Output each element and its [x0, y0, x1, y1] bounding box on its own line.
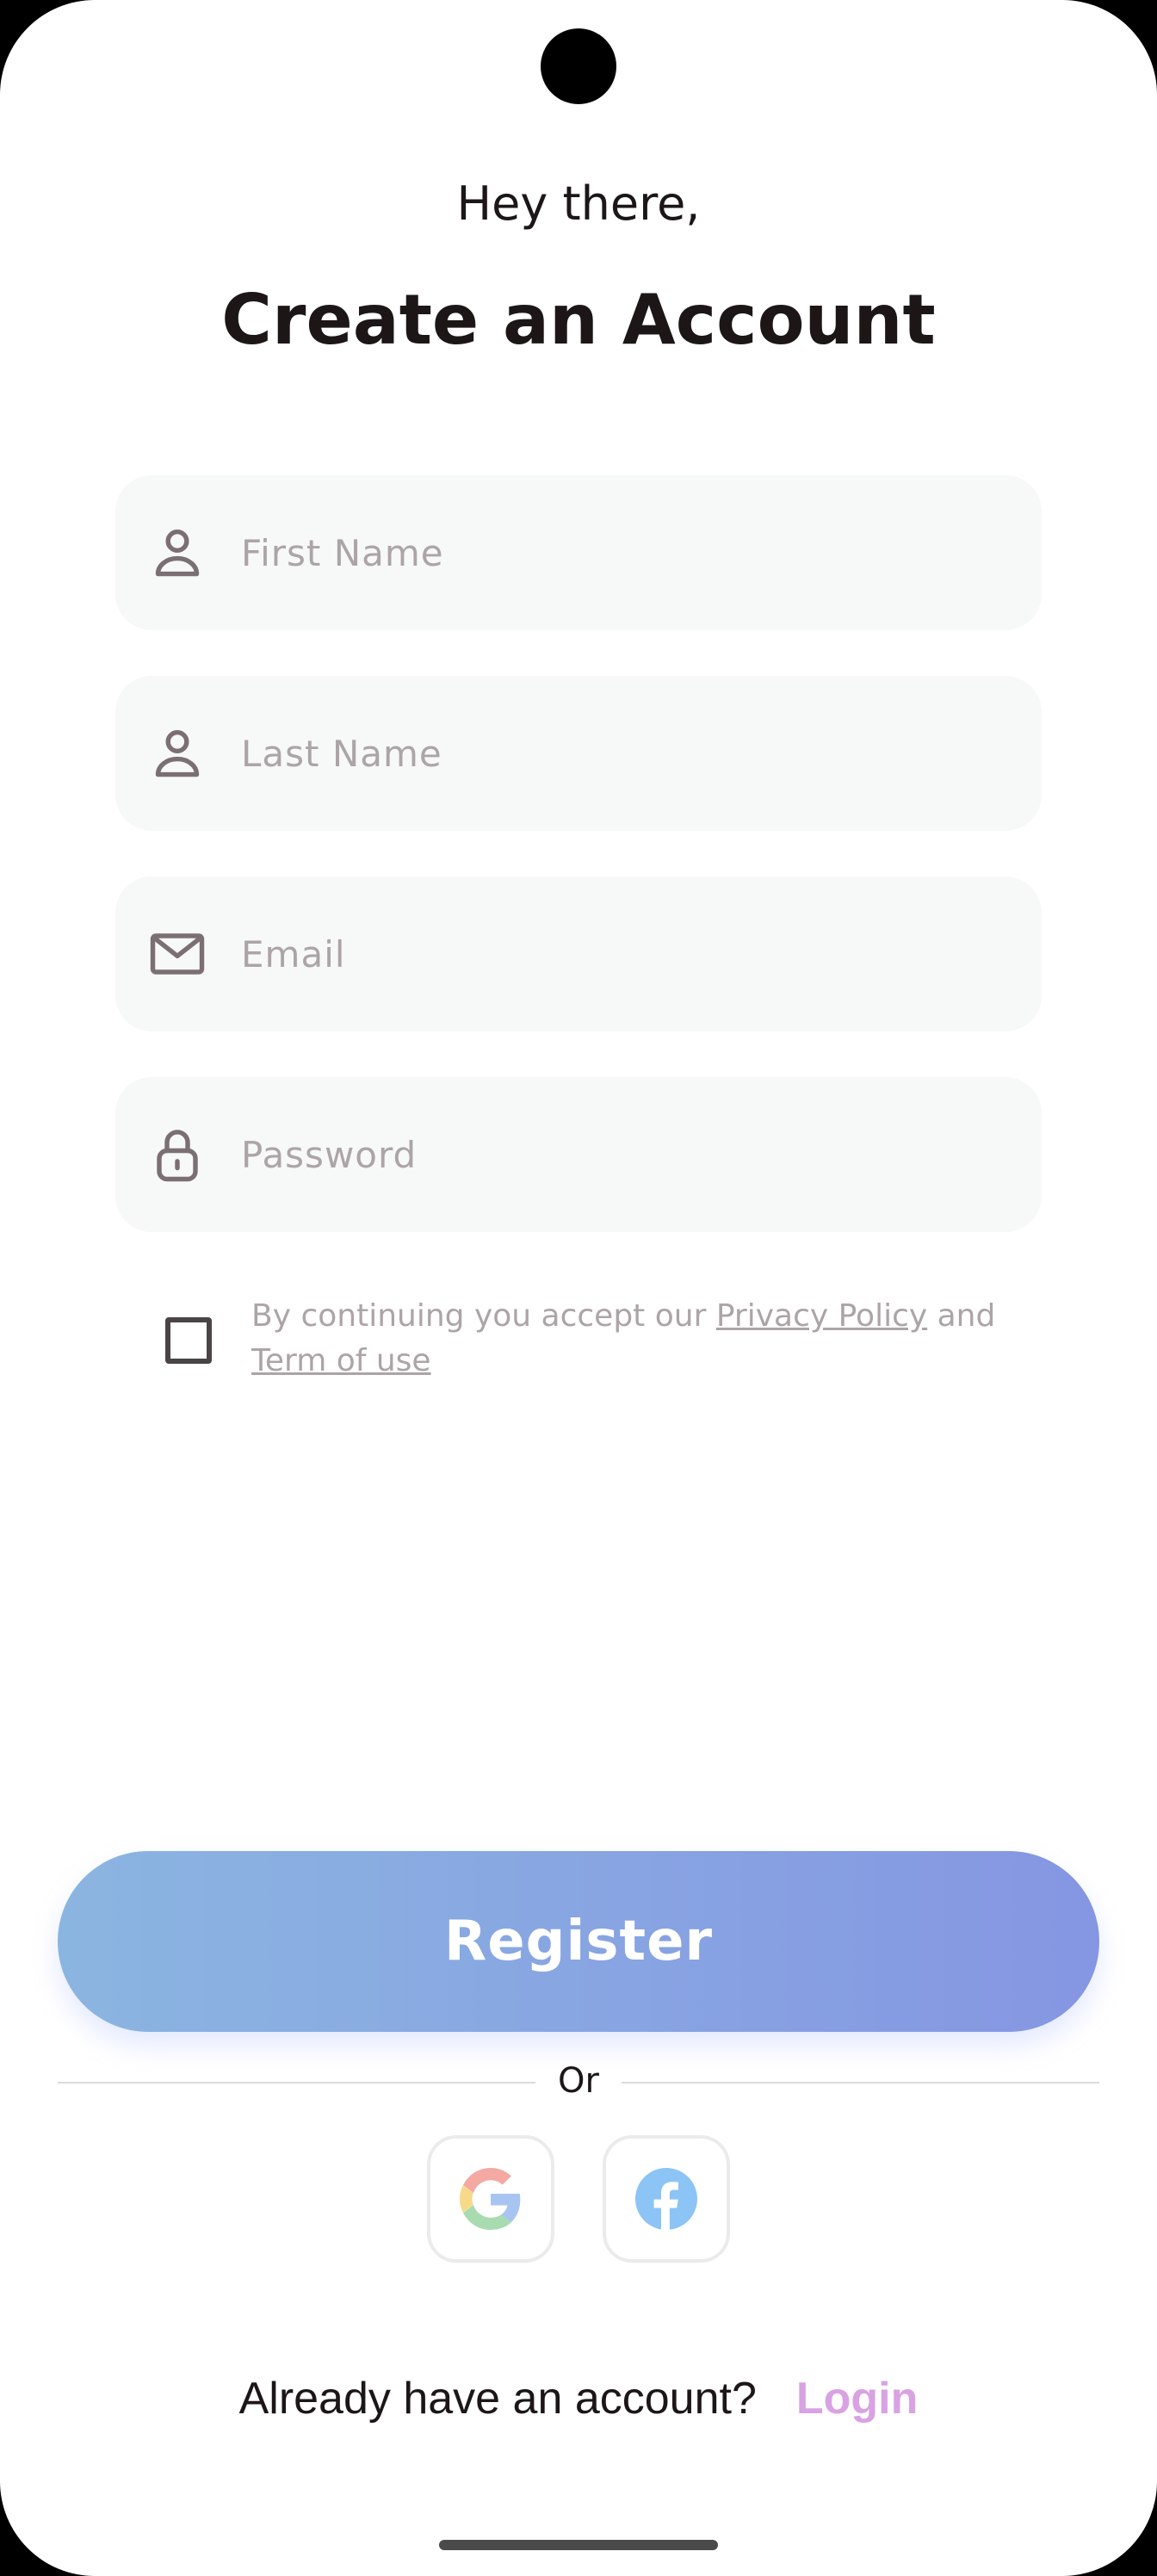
register-button[interactable]: Register	[58, 1851, 1099, 2032]
first-name-field[interactable]	[115, 475, 1042, 630]
lock-icon	[146, 1124, 208, 1186]
first-name-input[interactable]	[241, 475, 999, 630]
term-of-use-link[interactable]: Term of use	[251, 1343, 431, 1378]
user-icon	[146, 722, 208, 784]
page-title: Create an Account	[221, 280, 936, 360]
front-camera	[541, 28, 616, 104]
login-prompt-text: Already have an account?	[238, 2374, 757, 2424]
terms-conjunction: and	[927, 1298, 996, 1334]
terms-prefix: By continuing you accept our	[251, 1298, 716, 1334]
facebook-icon	[635, 2168, 697, 2230]
facebook-login-button[interactable]	[603, 2135, 730, 2263]
divider-line-right	[622, 2082, 1099, 2084]
user-icon	[146, 522, 208, 584]
login-prompt-row: Already have an account? Login	[0, 2373, 1157, 2424]
email-input[interactable]	[241, 876, 999, 1031]
password-field[interactable]	[115, 1077, 1042, 1232]
google-login-button[interactable]	[427, 2135, 554, 2263]
mail-icon	[146, 923, 208, 985]
login-link[interactable]: Login	[796, 2374, 919, 2424]
last-name-field[interactable]	[115, 676, 1042, 831]
terms-checkbox[interactable]	[165, 1317, 212, 1364]
password-input[interactable]	[241, 1077, 999, 1232]
phone-screen: Hey there, Create an Account First Name …	[0, 0, 1157, 2576]
google-icon	[460, 2168, 521, 2230]
terms-text: By continuing you accept our Privacy Pol…	[251, 1294, 1009, 1384]
divider-line-left	[58, 2082, 535, 2084]
email-field[interactable]	[115, 876, 1042, 1031]
divider-or-label: Or	[558, 2061, 599, 2101]
last-name-input[interactable]	[241, 676, 999, 831]
home-indicator[interactable]	[439, 2540, 718, 2550]
privacy-policy-link[interactable]: Privacy Policy	[716, 1298, 927, 1334]
greeting-text: Hey there,	[456, 176, 701, 231]
